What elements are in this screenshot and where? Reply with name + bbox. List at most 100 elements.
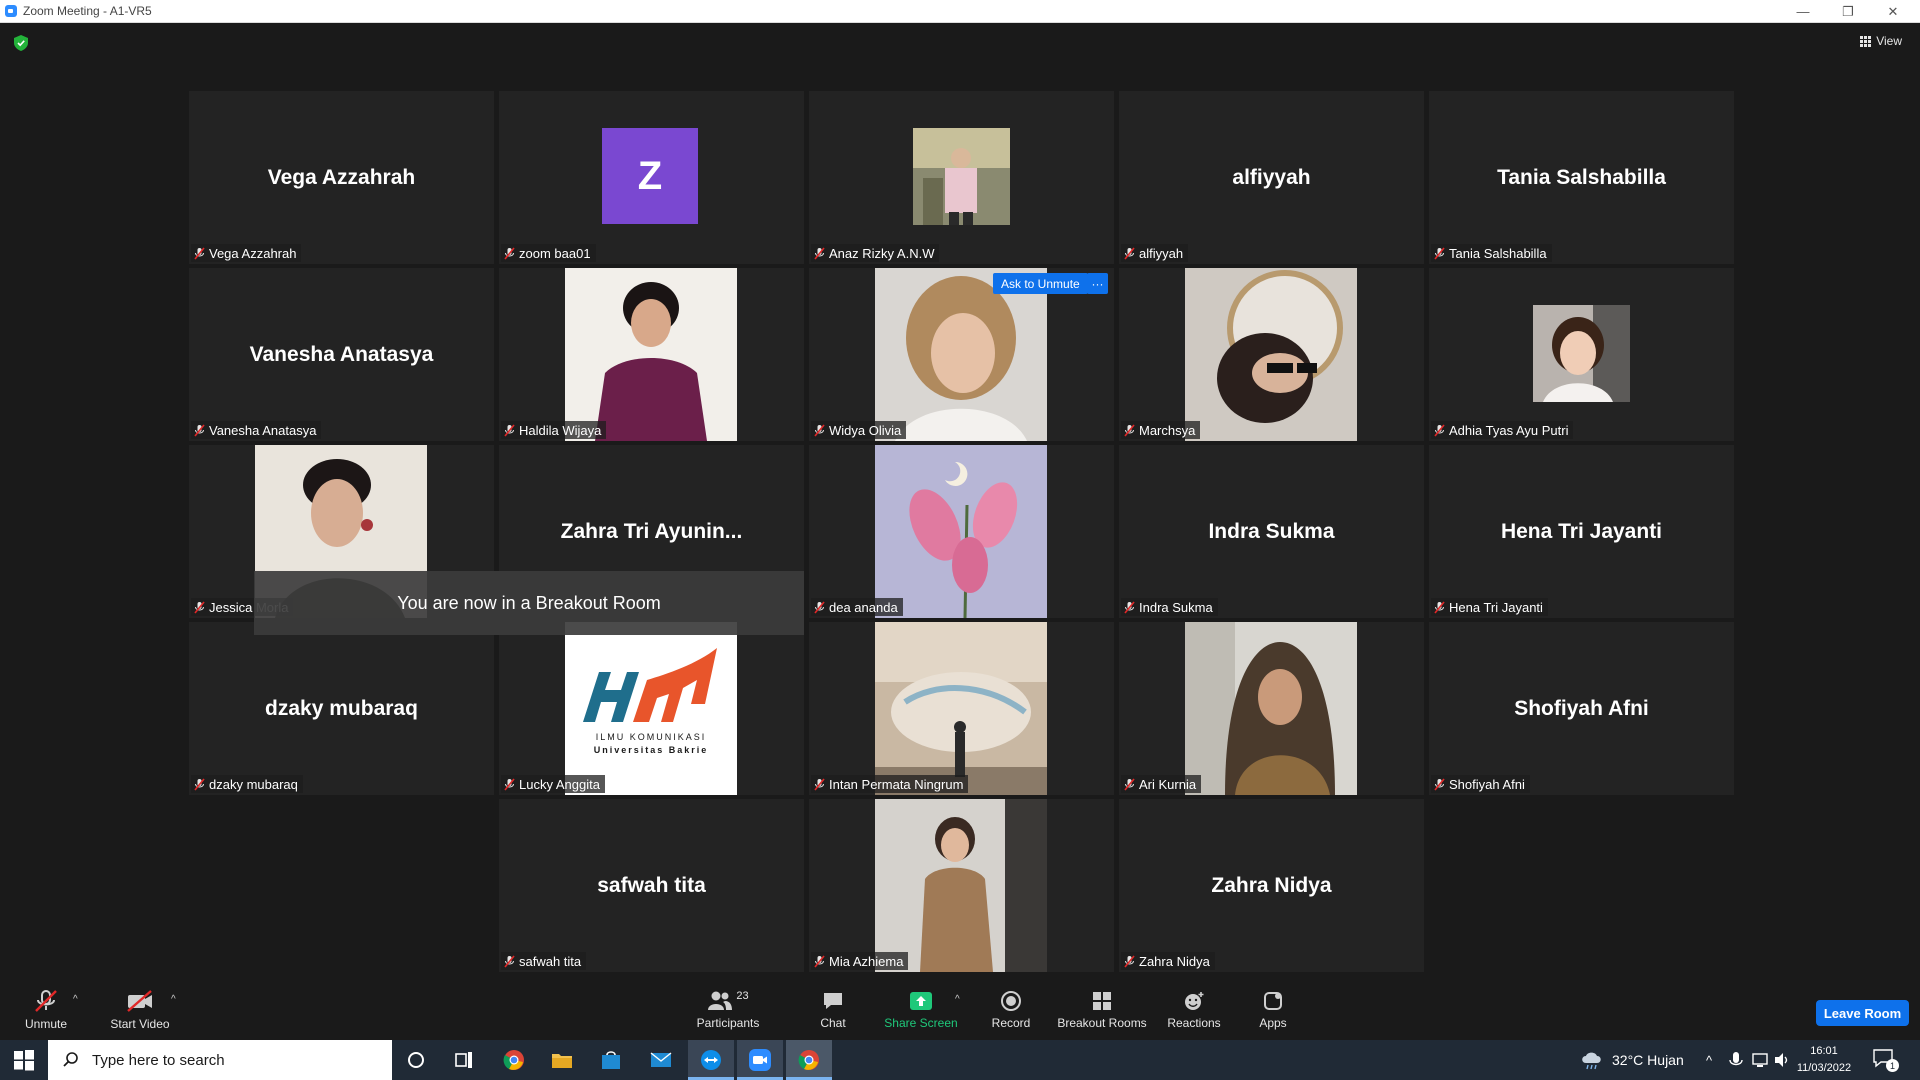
- participant-tile[interactable]: Shofiyah Afni Shofiyah Afni: [1429, 622, 1734, 795]
- participant-name: Tania Salshabilla: [1449, 245, 1547, 261]
- mail-icon[interactable]: [649, 1048, 673, 1072]
- participant-tile[interactable]: dzaky mubaraq dzaky mubaraq: [189, 622, 494, 795]
- ask-to-unmute-button[interactable]: Ask to Unmute: [993, 273, 1088, 294]
- breakout-rooms-icon: [1093, 992, 1111, 1010]
- participant-name: Vanesha Anatasya: [209, 422, 317, 438]
- profile-photo: [1185, 268, 1357, 441]
- share-screen-button[interactable]: Share Screen: [880, 980, 962, 1040]
- participant-name: Hena Tri Jayanti: [1449, 599, 1543, 615]
- participant-tile[interactable]: Vanesha Anatasya Vanesha Anatasya: [189, 268, 494, 441]
- participant-display-name: safwah tita: [597, 873, 706, 897]
- participant-nametag: Ari Kurnia: [1121, 775, 1202, 793]
- record-button[interactable]: Record: [985, 980, 1037, 1040]
- mic-muted-icon: [504, 777, 515, 791]
- participant-tile[interactable]: Zahra Nidya Zahra Nidya: [1119, 799, 1424, 972]
- chrome-active-taskbar-button[interactable]: [786, 1040, 832, 1080]
- restore-button[interactable]: ❐: [1826, 0, 1870, 23]
- file-explorer-icon[interactable]: [550, 1048, 574, 1072]
- taskbar-clock[interactable]: 16:01 11/03/2022: [1788, 1043, 1860, 1077]
- profile-photo: [1533, 305, 1630, 402]
- start-video-button[interactable]: Start Video: [105, 980, 175, 1040]
- mic-muted-icon: [1124, 777, 1135, 791]
- task-view-icon[interactable]: [452, 1048, 476, 1072]
- participant-tile[interactable]: dea ananda: [809, 445, 1114, 618]
- participant-tile[interactable]: Intan Permata Ningrum: [809, 622, 1114, 795]
- close-button[interactable]: ✕: [1871, 0, 1915, 23]
- apps-button[interactable]: Apps: [1250, 980, 1296, 1040]
- participant-tile[interactable]: Marchsya: [1119, 268, 1424, 441]
- more-options-button[interactable]: ···: [1087, 273, 1108, 294]
- participant-display-name: alfiyyah: [1232, 165, 1311, 189]
- teamviewer-taskbar-button[interactable]: [688, 1040, 734, 1080]
- unmute-button[interactable]: Unmute: [18, 980, 74, 1040]
- participant-tile[interactable]: Anaz Rizky A.N.W: [809, 91, 1114, 264]
- chat-label: Chat: [820, 1016, 846, 1030]
- mic-muted-icon: [814, 777, 825, 791]
- share-options-caret-icon[interactable]: ^: [955, 994, 960, 1005]
- participant-name: Mia Azhiema: [829, 953, 904, 969]
- logo-line2: Universitas Bakrie: [593, 745, 709, 755]
- minimize-button[interactable]: —: [1781, 0, 1825, 23]
- participant-nametag: dzaky mubaraq: [191, 775, 303, 793]
- network-icon[interactable]: [1751, 1048, 1769, 1072]
- avatar: Z: [602, 128, 698, 224]
- reactions-icon: [1185, 992, 1204, 1010]
- participant-tile[interactable]: Z zoom baa01: [499, 91, 804, 264]
- participant-tile[interactable]: Indra Sukma Indra Sukma: [1119, 445, 1424, 618]
- participant-name: Indra Sukma: [1139, 599, 1213, 615]
- mic-muted-icon: [1434, 423, 1445, 437]
- weather-widget[interactable]: 32°C Hujan: [1580, 1040, 1684, 1080]
- rain-cloud-icon: [1582, 1052, 1601, 1070]
- participant-name: safwah tita: [519, 953, 582, 969]
- video-options-caret-icon[interactable]: ^: [171, 994, 176, 1005]
- participant-tile[interactable]: ILMU KOMUNIKASI Universitas Bakrie Lucky…: [499, 622, 804, 795]
- breakout-rooms-button[interactable]: Breakout Rooms: [1055, 980, 1149, 1040]
- search-placeholder: Type here to search: [92, 1051, 225, 1069]
- zoom-taskbar-button[interactable]: [737, 1040, 783, 1080]
- participant-name: Haldila Wijaya: [519, 422, 602, 438]
- profile-photo: [875, 622, 1047, 795]
- participant-tile[interactable]: Tania Salshabilla Tania Salshabilla: [1429, 91, 1734, 264]
- participant-tile[interactable]: safwah tita safwah tita: [499, 799, 804, 972]
- participants-label: Participants: [696, 1016, 760, 1030]
- participant-tile[interactable]: Adhia Tyas Ayu Putri: [1429, 268, 1734, 441]
- participant-tile[interactable]: Haldila Wijaya: [499, 268, 804, 441]
- participant-nametag: Intan Permata Ningrum: [811, 775, 969, 793]
- mic-muted-icon: [1434, 246, 1445, 260]
- notification-center[interactable]: 1: [1872, 1048, 1899, 1072]
- participant-tile[interactable]: alfiyyah alfiyyah: [1119, 91, 1424, 264]
- windows-start-icon[interactable]: [12, 1048, 36, 1072]
- participant-nametag: Adhia Tyas Ayu Putri: [1431, 421, 1574, 439]
- cortana-icon[interactable]: [404, 1048, 428, 1072]
- audio-options-caret-icon[interactable]: ^: [73, 994, 78, 1005]
- mic-muted-icon: [1124, 246, 1135, 260]
- taskbar-search-box[interactable]: Type here to search: [48, 1040, 392, 1080]
- participant-tile[interactable]: Vega Azzahrah Vega Azzahrah: [189, 91, 494, 264]
- logo-line1: ILMU KOMUNIKASI: [595, 732, 707, 742]
- participant-display-name: Hena Tri Jayanti: [1500, 519, 1663, 543]
- participant-name: Adhia Tyas Ayu Putri: [1449, 422, 1569, 438]
- chat-button[interactable]: Chat: [808, 980, 858, 1040]
- participant-tile[interactable]: Mia Azhiema: [809, 799, 1114, 972]
- search-icon: [63, 1052, 78, 1067]
- participant-name: alfiyyah: [1139, 245, 1184, 261]
- profile-photo: [1185, 622, 1357, 795]
- leave-room-button[interactable]: Leave Room: [1816, 1000, 1909, 1026]
- participant-tile[interactable]: Ari Kurnia: [1119, 622, 1424, 795]
- participant-display-name: Zahra Nidya: [1211, 873, 1332, 897]
- chevron-up-icon[interactable]: ^: [1706, 1040, 1712, 1080]
- reactions-button[interactable]: Reactions: [1163, 980, 1225, 1040]
- view-button[interactable]: View: [1860, 34, 1902, 48]
- record-label: Record: [991, 1016, 1031, 1030]
- participants-button[interactable]: 23 Participants: [690, 980, 766, 1040]
- microphone-icon[interactable]: [1727, 1048, 1745, 1072]
- chrome-icon[interactable]: [502, 1048, 526, 1072]
- zoom-app-icon: [5, 5, 17, 17]
- encryption-shield-icon[interactable]: [14, 35, 28, 51]
- participant-tile[interactable]: Hena Tri Jayanti Hena Tri Jayanti: [1429, 445, 1734, 618]
- mic-muted-icon: [1434, 600, 1445, 614]
- microsoft-store-icon[interactable]: [599, 1048, 623, 1072]
- participant-display-name: Tania Salshabilla: [1497, 165, 1666, 189]
- participant-name: Shofiyah Afni: [1449, 776, 1525, 792]
- window-titlebar: Zoom Meeting - A1-VR5 — ❐ ✕: [0, 0, 1920, 23]
